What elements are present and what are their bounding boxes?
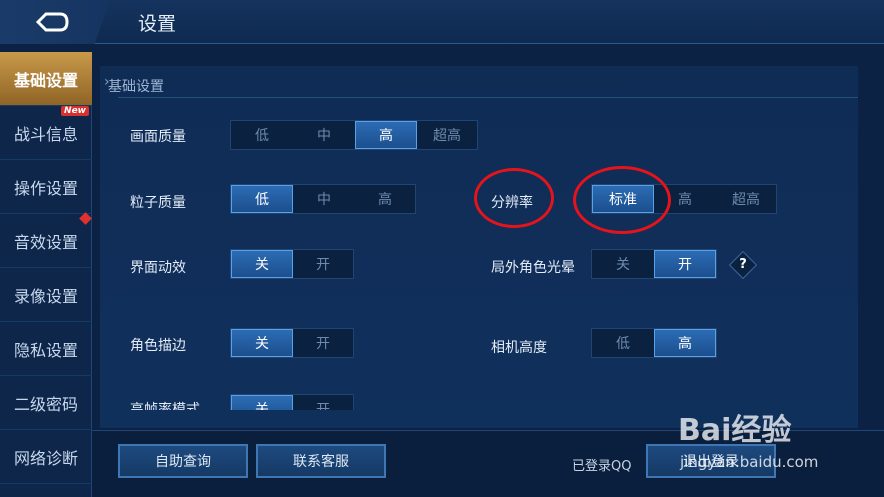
sidebar-item-privacy[interactable]: 隐私设置 [0,322,92,376]
sidebar-item-replay[interactable]: 录像设置 [0,268,92,322]
outside-glow-toggle: 关 开 [591,249,717,279]
contact-support-button[interactable]: 联系客服 [256,444,386,478]
self-help-button[interactable]: 自助查询 [118,444,248,478]
image-quality-high[interactable]: 高 [355,121,417,149]
sidebar-item-basic[interactable]: 基础设置 [0,52,92,106]
highlight-ring-label [474,168,554,228]
page-title: 设置 [138,13,177,35]
particle-quality-selector: 低 中 高 [230,184,416,214]
camera-height-toggle: 低 高 [591,328,717,358]
help-glyph: ? [739,257,747,272]
settings-panel [100,66,858,428]
login-status: 已登录QQ [572,459,632,474]
outside-glow-off[interactable]: 关 [592,250,654,278]
resolution-ultra[interactable]: 超高 [716,185,776,213]
high-fps-off[interactable]: 关 [231,395,293,410]
particle-quality-label: 粒子质量 [130,195,186,211]
outside-glow-label: 局外角色光晕 [491,260,575,276]
highlight-ring-option [573,166,671,234]
image-quality-label: 画面质量 [130,129,186,145]
sidebar-item-secondary-password[interactable]: 二级密码 [0,376,92,430]
baidu-watermark-logo: Bai经验 [678,413,792,448]
outline-label: 角色描边 [130,338,186,354]
camera-height-low[interactable]: 低 [592,329,654,357]
section-title: 基础设置 [108,79,164,95]
high-fps-toggle: 关 开 [230,394,354,410]
camera-height-label: 相机高度 [491,340,547,356]
high-fps-label: 高帧率模式 [130,402,200,410]
sidebar-item-sound[interactable]: 音效设置 [0,214,92,268]
new-badge: New [61,106,89,116]
section-divider [118,97,858,98]
sidebar-item-network-diagnosis[interactable]: 网络诊断 [0,430,92,484]
outline-off[interactable]: 关 [231,329,293,357]
ui-animation-label: 界面动效 [130,260,186,276]
ui-animation-off[interactable]: 关 [231,250,293,278]
ui-animation-on[interactable]: 开 [293,250,353,278]
image-quality-ultra[interactable]: 超高 [417,121,477,149]
outside-glow-on[interactable]: 开 [654,250,716,278]
outline-toggle: 关 开 [230,328,354,358]
image-quality-low[interactable]: 低 [231,121,293,149]
outline-on[interactable]: 开 [293,329,353,357]
top-bar: 设置 [0,0,884,44]
ui-animation-toggle: 关 开 [230,249,354,279]
sidebar: 基础设置 战斗信息 New 操作设置 音效设置 录像设置 隐私设置 二级密码 网… [0,52,92,497]
baidu-watermark-url: jingyan.baidu.com [680,453,819,471]
image-quality-selector: 低 中 高 超高 [230,120,478,150]
back-button[interactable] [0,0,110,44]
camera-height-high[interactable]: 高 [654,329,716,357]
particle-quality-medium[interactable]: 中 [293,185,355,213]
sidebar-item-controls[interactable]: 操作设置 [0,160,92,214]
particle-quality-low[interactable]: 低 [231,185,293,213]
image-quality-medium[interactable]: 中 [293,121,355,149]
particle-quality-high[interactable]: 高 [355,185,415,213]
back-arrow-icon [35,12,69,32]
high-fps-on[interactable]: 开 [293,395,353,410]
